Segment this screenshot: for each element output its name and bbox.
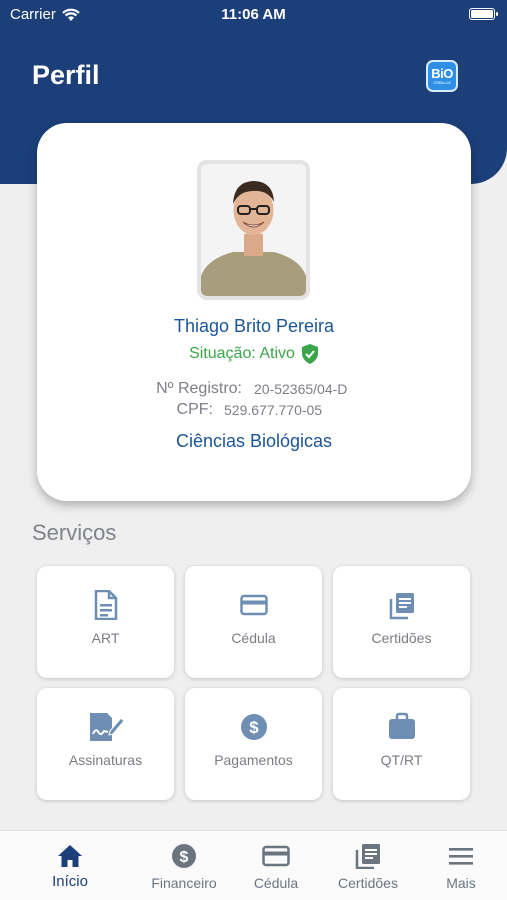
service-art-button[interactable]: ART: [37, 566, 174, 678]
service-cedula-button[interactable]: Cédula: [185, 566, 322, 678]
tab-label: Mais: [446, 875, 476, 891]
dollar-icon: $: [240, 714, 267, 740]
services-title: Serviços: [32, 520, 117, 545]
document-icon: [94, 590, 117, 620]
cpf-value: 529.677.770-05: [224, 402, 323, 418]
tab-financeiro[interactable]: $ Financeiro: [134, 843, 234, 893]
registration-label: Nº Registro:: [156, 380, 242, 397]
menu-icon: [449, 848, 473, 865]
tab-label: Financeiro: [151, 875, 217, 891]
tab-bar: Início $ Financeiro Cédula Certidões Mai…: [0, 830, 507, 900]
service-pagamentos-button[interactable]: $ Pagamentos: [185, 688, 322, 800]
svg-text:$: $: [180, 849, 189, 866]
avatar: [201, 164, 306, 296]
service-assinaturas-button[interactable]: Assinaturas: [37, 688, 174, 800]
service-label: Cédula: [231, 630, 276, 646]
tab-label: Cédula: [253, 875, 299, 891]
tab-label: Início: [52, 873, 88, 890]
verified-shield-icon: [301, 344, 318, 364]
cpf-label: CPF:: [176, 401, 213, 418]
status-time: 11:06 AM: [221, 6, 286, 23]
logo-text: BiO: [431, 66, 453, 81]
profile-course: Ciências Biológicas: [175, 431, 333, 451]
profile-photo: [197, 160, 310, 300]
service-qtrt-button[interactable]: QT/RT: [333, 688, 470, 800]
registration-value: 20-52365/04-D: [254, 381, 348, 397]
svg-text:$: $: [249, 718, 259, 737]
briefcase-icon: [388, 712, 415, 739]
service-label: Pagamentos: [214, 752, 293, 768]
tab-label: Certidões: [338, 875, 398, 891]
home-icon: [58, 845, 82, 867]
registration-row: Nº Registro: 20-52365/04-D: [37, 380, 471, 400]
signature-icon: [89, 713, 124, 741]
cpf-row: CPF: 529.677.770-05: [37, 401, 471, 421]
status-bar: Carrier 11:06 AM: [0, 0, 507, 30]
battery-icon: [469, 8, 498, 20]
card-icon: [262, 845, 290, 867]
profile-name: Thiago Brito Pereira: [173, 316, 335, 336]
dollar-icon: $: [172, 844, 196, 868]
app-logo: BiO CRBio-04: [426, 60, 458, 92]
stacked-documents-icon: [389, 593, 414, 620]
service-label: Certidões: [371, 630, 432, 646]
card-icon: [239, 594, 268, 616]
tab-cedula[interactable]: Cédula: [226, 843, 326, 893]
status-label: Situação: Ativo: [189, 345, 295, 362]
stacked-documents-icon: [355, 844, 380, 869]
service-label: QT/RT: [380, 752, 423, 768]
profile-status: Situação: Ativo: [37, 344, 471, 364]
tab-certidoes[interactable]: Certidões: [318, 843, 418, 893]
tab-inicio[interactable]: Início: [20, 843, 120, 893]
logo-subtext: CRBio-04: [433, 80, 451, 85]
service-label: ART: [91, 630, 120, 646]
profile-card: Thiago Brito Pereira Situação: Ativo Nº …: [37, 123, 471, 501]
service-certidoes-button[interactable]: Certidões: [333, 566, 470, 678]
tab-mais[interactable]: Mais: [411, 843, 507, 893]
service-label: Assinaturas: [68, 752, 143, 768]
page-title: Perfil: [32, 60, 100, 90]
